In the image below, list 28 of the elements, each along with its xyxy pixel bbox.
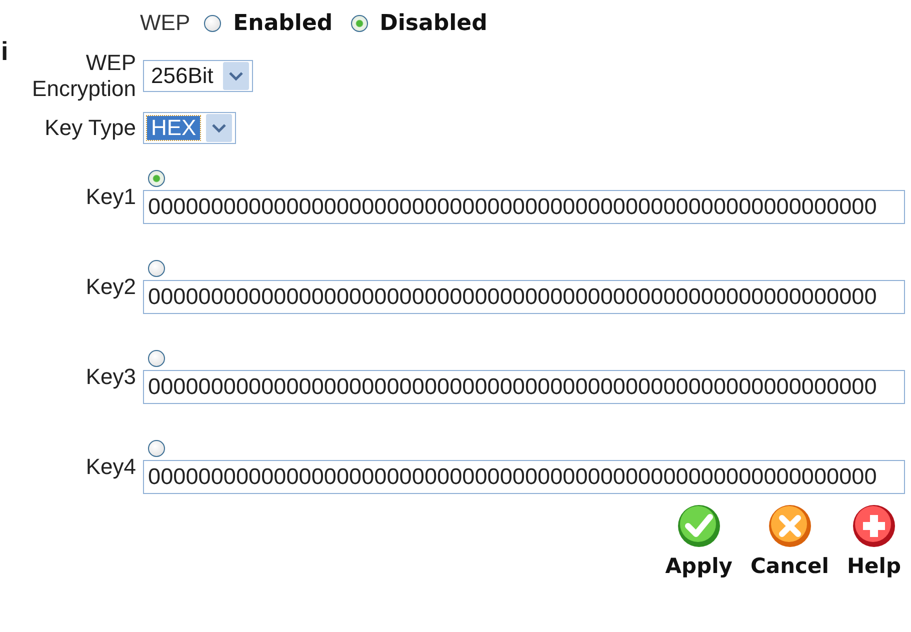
radio-button[interactable] [350, 14, 368, 32]
x-icon [768, 504, 812, 548]
radio-button[interactable] [204, 14, 222, 32]
cancel-button[interactable]: Cancel [750, 504, 829, 578]
key-field[interactable]: 0000000000000000000000000000000000000000000000000000000000 [143, 190, 905, 224]
wep-label: WEP [140, 10, 190, 36]
key-field[interactable]: 0000000000000000000000000000000000000000000000000000000000 [143, 370, 905, 404]
key-field[interactable]: 0000000000000000000000000000000000000000000000000000000000 [143, 460, 905, 494]
radio-button[interactable] [148, 170, 165, 186]
plus-icon [852, 504, 896, 548]
key-field[interactable]: 0000000000000000000000000000000000000000000000000000000000 [143, 280, 905, 314]
key-label: Key4 [84, 454, 136, 480]
field-label: Key Type [44, 115, 136, 141]
radio-button[interactable] [148, 440, 165, 456]
help-button[interactable]: Help [846, 504, 901, 578]
radio-button[interactable] [148, 260, 165, 276]
key-label: Key2 [84, 274, 136, 300]
radio-button[interactable] [148, 350, 165, 366]
field-label: WEP Encryption [31, 50, 136, 102]
radio-label: Disabled [380, 10, 488, 36]
key-label: Key1 [84, 184, 136, 210]
cut-text: i [1, 36, 8, 67]
key-label: Key3 [84, 364, 136, 390]
key-type-select[interactable]: HEX [143, 112, 236, 144]
radio-label: Enabled [233, 10, 333, 36]
check-icon [676, 504, 721, 548]
apply-button[interactable]: Apply [665, 504, 733, 578]
encryption-select[interactable]: 256Bit [143, 60, 254, 92]
